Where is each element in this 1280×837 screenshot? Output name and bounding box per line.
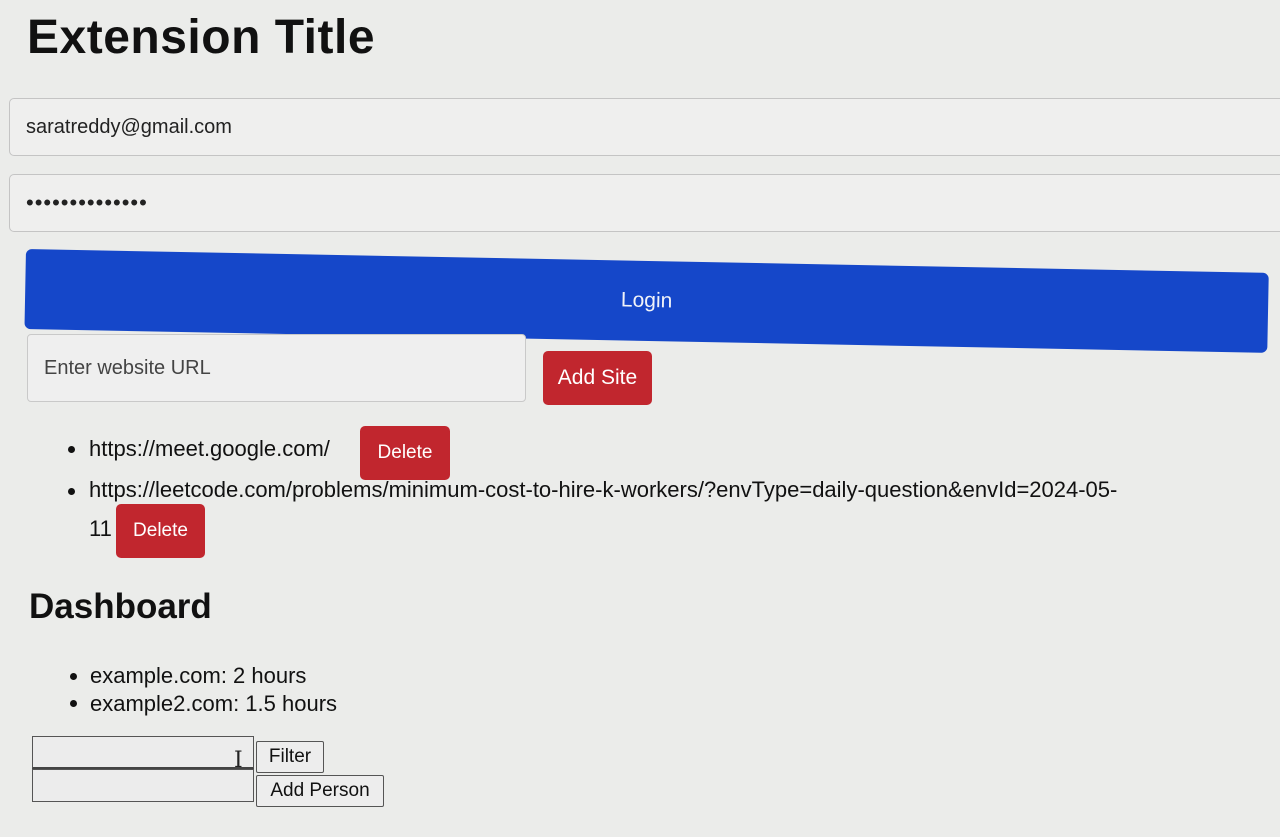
list-bullet bbox=[70, 673, 77, 680]
list-bullet bbox=[68, 446, 75, 453]
page-title: Extension Title bbox=[27, 11, 376, 64]
email-field[interactable] bbox=[9, 98, 1280, 156]
website-url-input[interactable] bbox=[27, 334, 526, 402]
filter-input[interactable] bbox=[32, 736, 254, 769]
dashboard-item: example.com: 2 hours bbox=[90, 663, 307, 688]
add-site-button[interactable]: Add Site bbox=[543, 351, 652, 405]
list-bullet bbox=[68, 488, 75, 495]
dashboard-title: Dashboard bbox=[29, 587, 212, 626]
filter-button[interactable]: Filter bbox=[256, 741, 324, 773]
list-bullet bbox=[70, 700, 77, 707]
site-url: https://leetcode.com/problems/minimum-co… bbox=[89, 477, 1118, 502]
add-person-button[interactable]: Add Person bbox=[256, 775, 384, 807]
delete-site-button[interactable]: Delete bbox=[116, 504, 205, 558]
person-input[interactable] bbox=[32, 769, 254, 802]
site-url: https://meet.google.com/ bbox=[89, 436, 330, 461]
site-url-continued: 11 bbox=[89, 516, 112, 541]
extension-page: Extension Title Login Add Site https://m… bbox=[0, 0, 1280, 837]
dashboard-item: example2.com: 1.5 hours bbox=[90, 691, 338, 716]
delete-site-button[interactable]: Delete bbox=[360, 426, 450, 480]
password-field[interactable] bbox=[9, 174, 1280, 232]
